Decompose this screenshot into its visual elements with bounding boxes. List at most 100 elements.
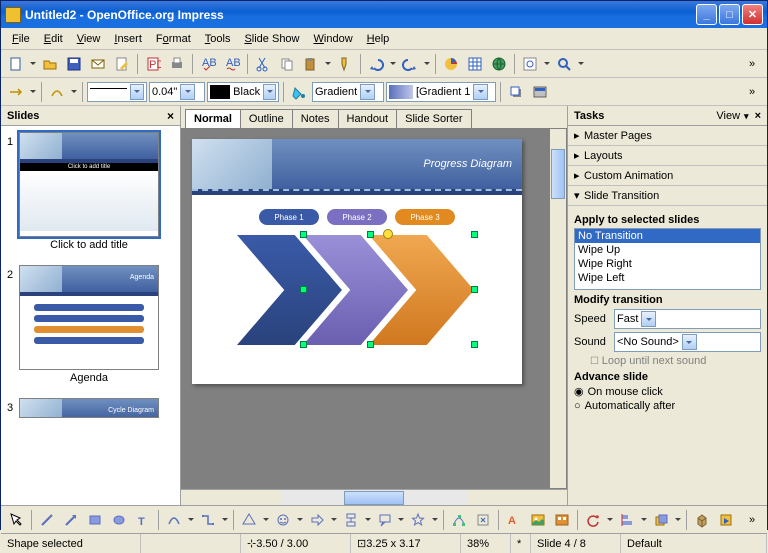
tab-notes[interactable]: Notes <box>292 109 339 128</box>
toolbar-overflow-icon[interactable]: » <box>741 53 763 75</box>
stars-dropdown[interactable] <box>431 509 439 531</box>
vertical-scrollbar[interactable] <box>550 129 566 488</box>
advance-onclick-radio[interactable]: ◉On mouse click <box>574 385 761 398</box>
horizontal-scrollbar[interactable] <box>181 489 567 505</box>
transition-listbox[interactable]: No Transition Wipe Up Wipe Right Wipe Le… <box>574 228 761 290</box>
callout-dropdown[interactable] <box>398 509 406 531</box>
menu-view[interactable]: View <box>70 31 108 47</box>
tab-handout[interactable]: Handout <box>338 109 398 128</box>
slide-thumbnail-3[interactable]: Cycle Diagram <box>19 398 159 418</box>
arrange-tool[interactable] <box>650 509 672 531</box>
fill-value-combo[interactable]: [Gradient 1 <box>386 82 496 102</box>
copy-button[interactable] <box>276 53 298 75</box>
redo-button[interactable] <box>399 53 421 75</box>
transition-option[interactable]: Wipe Right <box>575 257 760 271</box>
tasks-view-dropdown-icon[interactable] <box>744 110 749 122</box>
line-tool[interactable] <box>36 509 58 531</box>
task-section-transition[interactable]: ▾Slide Transition <box>568 186 767 206</box>
arrow-group[interactable] <box>237 235 477 345</box>
curve-dropdown[interactable] <box>187 509 195 531</box>
paste-button[interactable] <box>300 53 322 75</box>
status-zoom[interactable]: 38% <box>461 534 511 553</box>
slide-edit-viewport[interactable]: Progress Diagram Phase 1 Phase 2 Phase 3 <box>181 128 567 489</box>
menu-edit[interactable]: Edit <box>37 31 70 47</box>
flowchart-dropdown[interactable] <box>364 509 372 531</box>
line-endings-button[interactable] <box>46 81 68 103</box>
new-button[interactable] <box>5 53 27 75</box>
chart-button[interactable] <box>440 53 462 75</box>
gluepoints-tool[interactable] <box>472 509 494 531</box>
zoom-button[interactable] <box>553 53 575 75</box>
sound-combo[interactable]: <No Sound> <box>614 332 761 352</box>
ellipse-tool[interactable] <box>108 509 130 531</box>
hyperlink-button[interactable] <box>488 53 510 75</box>
tab-slidesorter[interactable]: Slide Sorter <box>396 109 471 128</box>
toolbar2-overflow-icon[interactable]: » <box>741 81 763 103</box>
line-width-combo[interactable]: 0.04" <box>149 82 205 102</box>
phase-pill-2[interactable]: Phase 2 <box>327 209 387 225</box>
menu-tools[interactable]: Tools <box>198 31 238 47</box>
loop-checkbox-label[interactable]: ☐ Loop until next sound <box>590 355 761 367</box>
close-button[interactable]: ✕ <box>742 4 763 25</box>
slide-thumbnail-2[interactable]: Agenda <box>19 265 159 370</box>
export-pdf-button[interactable]: PDF <box>142 53 164 75</box>
align-dropdown[interactable] <box>640 509 648 531</box>
task-section-master[interactable]: ▸Master Pages <box>568 126 767 146</box>
menu-insert[interactable]: Insert <box>107 31 149 47</box>
autospell-button[interactable]: ABC <box>221 53 243 75</box>
save-button[interactable] <box>63 53 85 75</box>
slide-canvas[interactable]: Progress Diagram Phase 1 Phase 2 Phase 3 <box>192 139 522 384</box>
curve-tool[interactable] <box>163 509 185 531</box>
line-endings-dropdown[interactable] <box>70 81 78 103</box>
slide-design-button[interactable] <box>529 81 551 103</box>
tasks-close-icon[interactable]: × <box>755 110 761 122</box>
navigator-dropdown[interactable] <box>543 53 551 75</box>
task-section-animation[interactable]: ▸Custom Animation <box>568 166 767 186</box>
text-tool[interactable]: T <box>132 509 154 531</box>
area-fill-button[interactable] <box>288 81 310 103</box>
task-section-layouts[interactable]: ▸Layouts <box>568 146 767 166</box>
phase-pill-3[interactable]: Phase 3 <box>395 209 455 225</box>
select-tool[interactable] <box>5 509 27 531</box>
arrange-dropdown[interactable] <box>674 509 682 531</box>
menu-help[interactable]: Help <box>360 31 397 47</box>
transition-option[interactable]: Wipe Left <box>575 271 760 285</box>
slides-thumbnail-list[interactable]: 1 Click to add title Click to add title … <box>1 126 180 505</box>
undo-button[interactable] <box>365 53 387 75</box>
connector-dropdown[interactable] <box>221 509 229 531</box>
tasks-view-menu[interactable]: View <box>716 110 740 122</box>
maximize-button[interactable]: □ <box>719 4 740 25</box>
paste-dropdown[interactable] <box>324 53 332 75</box>
extrusion-tool[interactable] <box>691 509 713 531</box>
drawing-toolbar-overflow-icon[interactable]: » <box>741 509 763 531</box>
rotate-dropdown[interactable] <box>606 509 614 531</box>
undo-dropdown[interactable] <box>389 53 397 75</box>
minimize-button[interactable]: _ <box>696 4 717 25</box>
fill-type-combo[interactable]: Gradient <box>312 82 384 102</box>
email-button[interactable] <box>87 53 109 75</box>
phase-pill-1[interactable]: Phase 1 <box>259 209 319 225</box>
print-button[interactable] <box>166 53 188 75</box>
rotate-tool[interactable] <box>582 509 604 531</box>
arrow-style-button[interactable] <box>5 81 27 103</box>
shadow-button[interactable] <box>505 81 527 103</box>
edit-file-button[interactable] <box>111 53 133 75</box>
line-style-combo[interactable] <box>87 82 147 102</box>
spellcheck-button[interactable]: ABC <box>197 53 219 75</box>
from-file-tool[interactable] <box>527 509 549 531</box>
rotation-handle-icon[interactable] <box>383 229 393 239</box>
transition-option[interactable]: No Transition <box>575 229 760 243</box>
line-color-combo[interactable]: Black <box>207 82 279 102</box>
symbol-shapes-dropdown[interactable] <box>296 509 304 531</box>
tab-outline[interactable]: Outline <box>240 109 293 128</box>
format-paintbrush-button[interactable] <box>334 53 356 75</box>
menu-slideshow[interactable]: Slide Show <box>237 31 306 47</box>
cut-button[interactable] <box>252 53 274 75</box>
new-dropdown[interactable] <box>29 53 37 75</box>
connector-tool[interactable] <box>197 509 219 531</box>
slide-thumbnail-1[interactable]: Click to add title <box>19 132 159 237</box>
block-arrows-dropdown[interactable] <box>330 509 338 531</box>
stars-tool[interactable] <box>407 509 429 531</box>
tab-normal[interactable]: Normal <box>185 109 241 128</box>
navigator-button[interactable] <box>519 53 541 75</box>
